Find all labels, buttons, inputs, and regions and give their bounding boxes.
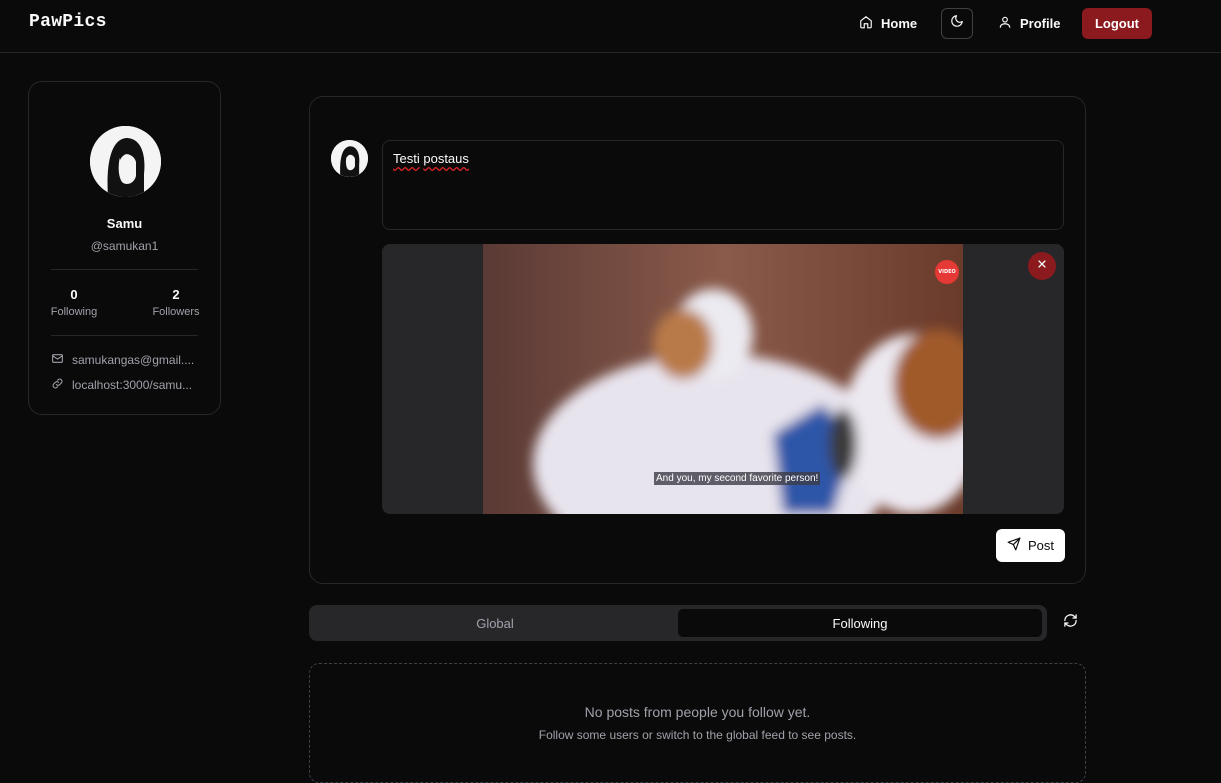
moon-icon xyxy=(950,14,964,33)
profile-handle: @samukan1 xyxy=(90,239,159,253)
nav-profile-link[interactable]: Profile xyxy=(990,8,1068,39)
close-icon xyxy=(1036,257,1048,275)
stat-following[interactable]: 0 Following xyxy=(44,287,104,318)
profile-link-text[interactable]: localhost:3000/samu... xyxy=(72,378,192,392)
video-caption: And you, my second favorite person! xyxy=(654,472,821,485)
feed-tabs: Global Following xyxy=(309,605,1047,641)
post-button[interactable]: Post xyxy=(996,529,1065,562)
theme-toggle-button[interactable] xyxy=(941,8,973,39)
profile-link[interactable]: localhost:3000/samu... xyxy=(51,377,201,393)
post-composer: Testi postaus VIDEO And you, my second f… xyxy=(309,96,1086,584)
empty-feed-state: No posts from people you follow yet. Fol… xyxy=(309,663,1086,783)
brand-logo[interactable]: PawPics xyxy=(29,12,107,32)
post-text-word: Testi xyxy=(393,151,420,166)
nav-home-label: Home xyxy=(881,16,918,31)
stat-followers-value: 2 xyxy=(172,287,180,302)
post-text-input[interactable]: Testi postaus xyxy=(382,140,1064,230)
stat-following-value: 0 xyxy=(70,287,78,302)
user-icon xyxy=(998,15,1012,32)
stat-following-label: Following xyxy=(50,306,98,318)
send-icon xyxy=(1007,537,1021,554)
stat-followers-label: Followers xyxy=(152,306,200,318)
video-badge: VIDEO xyxy=(935,260,959,284)
remove-media-button[interactable] xyxy=(1028,252,1056,280)
empty-state-title: No posts from people you follow yet. xyxy=(584,704,811,720)
profile-name: Samu xyxy=(106,216,143,231)
nav-home-link[interactable]: Home xyxy=(851,8,925,39)
profile-email-text: samukangas@gmail.... xyxy=(72,353,195,367)
post-text-word: postaus xyxy=(423,151,469,166)
top-navbar: PawPics Home Profile Logout xyxy=(0,0,1221,53)
empty-state-subtitle: Follow some users or switch to the globa… xyxy=(538,728,857,742)
link-icon xyxy=(51,377,64,393)
avatar[interactable] xyxy=(90,126,161,197)
nav-profile-label: Profile xyxy=(1020,16,1061,31)
mail-icon xyxy=(51,352,64,368)
tab-following[interactable]: Following xyxy=(678,609,1042,637)
divider xyxy=(51,335,198,336)
video-preview[interactable]: VIDEO And you, my second favorite person… xyxy=(483,244,963,514)
home-icon xyxy=(859,15,873,32)
profile-email: samukangas@gmail.... xyxy=(51,352,201,368)
post-button-label: Post xyxy=(1027,538,1054,553)
composer-avatar xyxy=(331,140,368,177)
tab-global[interactable]: Global xyxy=(313,609,677,637)
logout-button[interactable]: Logout xyxy=(1082,8,1152,39)
divider xyxy=(51,269,198,270)
refresh-icon xyxy=(1063,613,1078,633)
media-preview: VIDEO And you, my second favorite person… xyxy=(382,244,1064,514)
refresh-button[interactable] xyxy=(1058,611,1082,635)
profile-card: Samu @samukan1 0 Following 2 Followers s… xyxy=(28,81,221,415)
stat-followers[interactable]: 2 Followers xyxy=(146,287,206,318)
